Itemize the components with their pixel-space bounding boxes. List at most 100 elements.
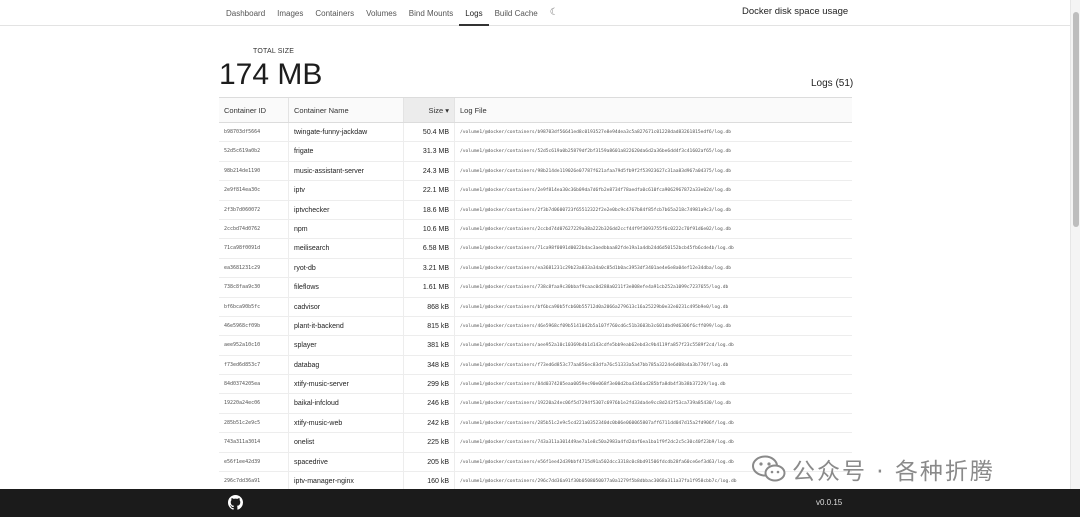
table-row[interactable]: 2e9f814ea30c iptv 22.1 MB/volume1/@docker/… bbox=[219, 181, 852, 201]
table-row[interactable]: 52d5c619a0b2 frigate 31.3 MB/volume1/@dock… bbox=[219, 142, 852, 162]
container-name-cell: meilisearch bbox=[289, 239, 404, 258]
table-row[interactable]: 2f3b7d060072 iptvchecker 18.6 MB/volume1/@… bbox=[219, 200, 852, 220]
size-cell: 160 kB bbox=[404, 472, 455, 489]
table-body: b98703df5664 twingate-funny-jackdaw 50.4 M… bbox=[219, 123, 852, 489]
top-navigation: Dashboard Images Containers Volumes Bind Mou… bbox=[0, 0, 1070, 26]
footer: v0.0.15 bbox=[0, 489, 1080, 517]
table-row[interactable]: 98b214de1190 music-assistant-server 24.3 M… bbox=[219, 161, 852, 182]
container-name-cell: onelist bbox=[289, 433, 404, 452]
container-name-cell: cadvisor bbox=[289, 297, 404, 316]
scrollbar-thumb[interactable] bbox=[1073, 12, 1079, 227]
container-name-cell: iptvchecker bbox=[289, 200, 404, 219]
table-row[interactable]: 19220a24ec06 baikal-infcloud 246 kB/volume… bbox=[219, 394, 852, 414]
tab-logs[interactable]: Logs bbox=[459, 0, 489, 26]
table-row[interactable]: b98703df5664 twingate-funny-jackdaw 50.4 M… bbox=[219, 123, 852, 143]
container-id-cell: 19220a24ec06 bbox=[219, 394, 289, 413]
logs-table: Container ID Container Name Size ▾ Log F… bbox=[219, 97, 852, 489]
log-file-cell: /volume1/@docker/containers/bf6bca90b5fc… bbox=[460, 304, 729, 310]
size-cell: 225 kB bbox=[404, 433, 455, 452]
size-cell: 246 kB bbox=[404, 394, 455, 413]
size-cell: 6.58 MB bbox=[404, 239, 455, 258]
container-name-cell: iptv bbox=[289, 181, 404, 200]
moon-icon[interactable]: ☾ bbox=[544, 0, 565, 26]
container-name-cell: splayer bbox=[289, 336, 404, 355]
container-name-cell: baikal-infcloud bbox=[289, 394, 404, 413]
container-name-cell: xtify-music-server bbox=[289, 375, 404, 394]
tab-containers[interactable]: Containers bbox=[309, 0, 360, 26]
container-name-cell: frigate bbox=[289, 142, 404, 161]
container-name-cell: music-assistant-server bbox=[289, 161, 404, 181]
log-file-cell: /volume1/@docker/containers/aee952a10c10… bbox=[460, 343, 734, 349]
tab-images[interactable]: Images bbox=[271, 0, 309, 26]
table-row[interactable]: 46e5968cf09b plant-it-backend 815 kB/volum… bbox=[219, 316, 852, 337]
container-id-cell: 285b51c2e9c5 bbox=[219, 413, 289, 433]
tab-volumes[interactable]: Volumes bbox=[360, 0, 403, 26]
column-header-container-name[interactable]: Container Name bbox=[289, 98, 404, 122]
log-file-cell: /volume1/@docker/containers/2f3b7d060072… bbox=[460, 207, 732, 213]
column-header-container-id[interactable]: Container ID bbox=[219, 98, 289, 122]
size-cell: 24.3 MB bbox=[404, 161, 455, 181]
table-row[interactable]: f73ed6d853c7 databag 348 kB/volume1/@docke… bbox=[219, 355, 852, 376]
container-id-cell: 2e9f814ea30c bbox=[219, 181, 289, 200]
container-id-cell: 98b214de1190 bbox=[219, 161, 289, 181]
log-file-cell: /volume1/@docker/containers/b98703df5664… bbox=[460, 130, 732, 135]
table-row[interactable]: bf6bca90b5fc cadvisor 868 kB/volume1/@dock… bbox=[219, 297, 852, 317]
container-name-cell: fileflows bbox=[289, 278, 404, 297]
table-row[interactable]: 743a311a3014 onelist 225 kB/volume1/@docke… bbox=[219, 433, 852, 453]
container-id-cell: 46e5968cf09b bbox=[219, 316, 289, 336]
table-row[interactable]: 84d0374205ea xtify-music-server 299 kB/vol… bbox=[219, 375, 852, 395]
log-file-cell: /volume1/@docker/containers/2e9f814ea30c… bbox=[460, 188, 732, 194]
container-id-cell: 296c7dd36a91 bbox=[219, 472, 289, 489]
container-id-cell: ea3681231c29 bbox=[219, 258, 289, 278]
tab-bind-mounts[interactable]: Bind Mounts bbox=[403, 0, 459, 26]
container-name-cell: databag bbox=[289, 355, 404, 375]
container-id-cell: 2ccbd74d0762 bbox=[219, 219, 289, 239]
container-name-cell: npm bbox=[289, 219, 404, 239]
size-cell: 815 kB bbox=[404, 316, 455, 336]
watermark-text: 公众号 · 各种折腾 bbox=[792, 459, 995, 485]
size-cell: 242 kB bbox=[404, 413, 455, 433]
tab-build-cache[interactable]: Build Cache bbox=[489, 0, 544, 26]
page-scrollbar[interactable] bbox=[1070, 0, 1080, 489]
total-size-label: TOTAL SIZE bbox=[253, 48, 295, 55]
size-cell: 868 kB bbox=[404, 297, 455, 316]
container-id-cell: b98703df5664 bbox=[219, 123, 289, 142]
container-id-cell: aee952a10c10 bbox=[219, 336, 289, 355]
tab-dashboard[interactable]: Dashboard bbox=[220, 0, 271, 26]
container-name-cell: plant-it-backend bbox=[289, 316, 404, 336]
container-id-cell: 743a311a3014 bbox=[219, 433, 289, 452]
container-name-cell: ryot-db bbox=[289, 258, 404, 278]
log-file-cell: /volume1/@docker/containers/52d5c619a0b2… bbox=[460, 149, 732, 155]
size-cell: 50.4 MB bbox=[404, 123, 455, 142]
table-row[interactable]: aee952a10c10 splayer 381 kB/volume1/@docke… bbox=[219, 336, 852, 356]
github-icon[interactable] bbox=[228, 495, 243, 510]
table-row[interactable]: ea3681231c29 ryot-db 3.21 MB/volume1/@dock… bbox=[219, 258, 852, 279]
log-file-cell: /volume1/@docker/containers/98b214de1190… bbox=[460, 168, 732, 174]
log-file-cell: /volume1/@docker/containers/f73ed6d853c7… bbox=[460, 362, 729, 368]
table-row[interactable]: 2ccbd74d0762 npm 10.6 MB/volume1/@docker/c… bbox=[219, 219, 852, 240]
container-id-cell: e56f1ee42d39 bbox=[219, 452, 289, 472]
log-file-cell: /volume1/@docker/containers/738c8faa9c30… bbox=[460, 285, 729, 291]
column-header-size[interactable]: Size ▾ bbox=[404, 98, 455, 122]
container-name-cell: spacedrive bbox=[289, 452, 404, 472]
log-file-cell: /volume1/@docker/containers/743a311a3014… bbox=[460, 440, 734, 446]
size-cell: 18.6 MB bbox=[404, 200, 455, 219]
size-cell: 1.61 MB bbox=[404, 278, 455, 297]
table-row[interactable]: 285b51c2e9c5 xtify-music-web 242 kB/volume… bbox=[219, 413, 852, 434]
logs-count-heading: Logs (51) bbox=[811, 78, 854, 89]
table-row[interactable]: 738c8faa9c30 fileflows 1.61 MB/volume1/@do… bbox=[219, 278, 852, 298]
size-cell: 348 kB bbox=[404, 355, 455, 375]
watermark: 公众号 · 各种折腾 bbox=[752, 452, 995, 486]
app-title: Docker disk space usage bbox=[742, 6, 849, 17]
table-row[interactable]: 71ca98f0091d meilisearch 6.58 MB/volume1/@… bbox=[219, 239, 852, 259]
container-name-cell: twingate-funny-jackdaw bbox=[289, 123, 404, 142]
container-id-cell: 2f3b7d060072 bbox=[219, 200, 289, 219]
nav-tabs: Dashboard Images Containers Volumes Bind Mou… bbox=[220, 0, 565, 26]
column-header-log-file[interactable]: Log File bbox=[455, 98, 852, 122]
log-file-cell: /volume1/@docker/containers/285b51c2e9c5… bbox=[460, 420, 734, 426]
container-id-cell: bf6bca90b5fc bbox=[219, 297, 289, 316]
size-cell: 10.6 MB bbox=[404, 219, 455, 239]
log-file-cell: /volume1/@docker/containers/2ccbd74d0762… bbox=[460, 226, 732, 232]
size-cell: 31.3 MB bbox=[404, 142, 455, 161]
wechat-icon bbox=[752, 455, 786, 482]
